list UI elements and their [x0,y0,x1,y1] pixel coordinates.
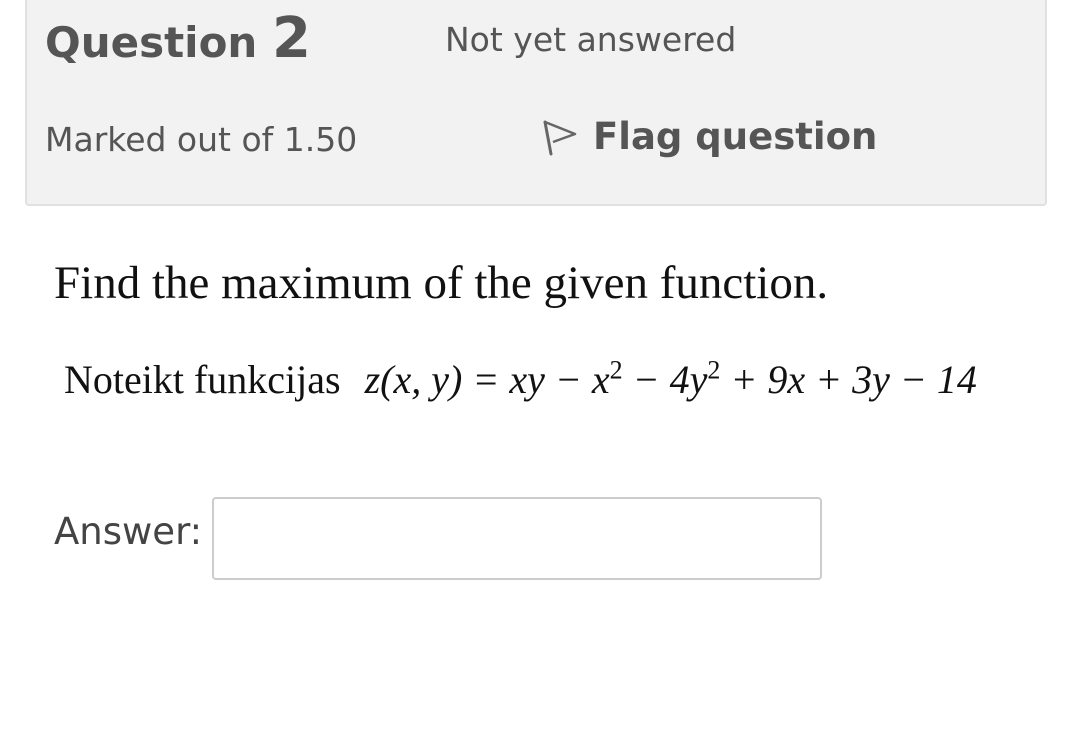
flag-outline-icon [539,114,579,158]
question-label: Question [45,18,258,67]
question-number: Question 2 [45,6,311,71]
question-state: Not yet answered [445,20,737,59]
formula-label: Noteikt funkcijas [64,357,341,403]
question-grade: Marked out of 1.50 [45,120,358,159]
function-formula: Noteikt funkcijas z(x, y) = xy − x2 − 4y… [64,356,977,403]
answer-input[interactable] [212,497,822,580]
flag-question-label: Flag question [593,114,878,158]
flag-question-button[interactable]: Flag question [539,114,877,158]
question-prompt: Find the maximum of the given function. [54,257,829,309]
question-info-box: Question 2 Not yet answered Marked out o… [25,0,1047,206]
formula-expression: z(x, y) = xy − x2 − 4y2 + 9x + 3y − 14 [364,356,977,403]
question-number-value: 2 [271,6,311,71]
answer-label: Answer: [54,510,203,553]
